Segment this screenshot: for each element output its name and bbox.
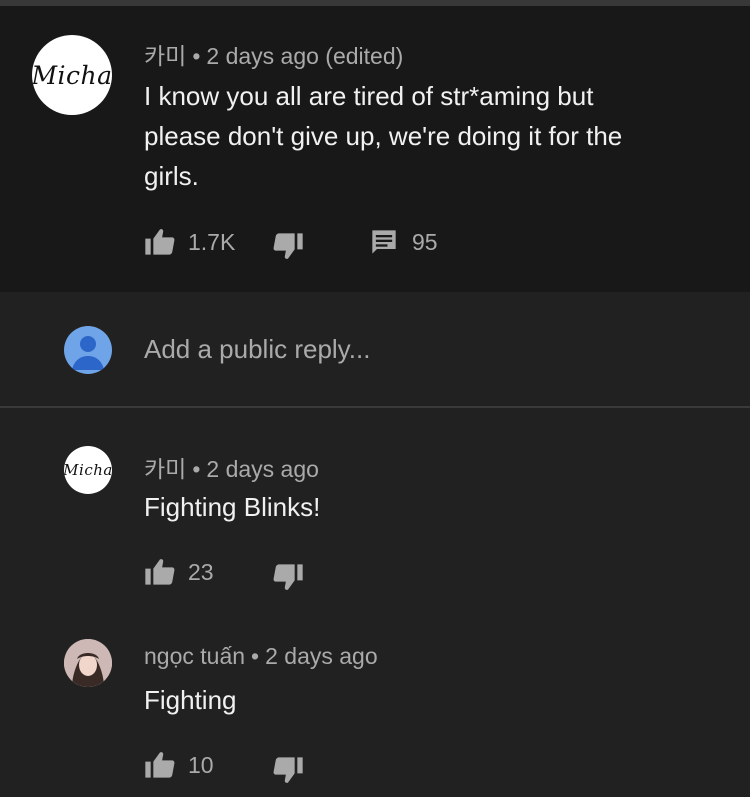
- reply-input[interactable]: Add a public reply...: [144, 334, 370, 365]
- avatar-logo-text: Micha: [32, 60, 112, 90]
- reply-bar: [0, 292, 750, 406]
- like-icon[interactable]: [144, 558, 176, 586]
- comment-author[interactable]: 카미: [144, 43, 186, 69]
- reply-avatar[interactable]: Micha: [64, 446, 112, 494]
- highlighted-comment: Micha 카미 • 2 days ago (edited) I know you …: [0, 6, 750, 292]
- dislike-icon[interactable]: [272, 232, 304, 265]
- avatar-logo-text: Micha: [64, 461, 112, 479]
- reply-author[interactable]: ngọc tuấn: [144, 643, 245, 669]
- reply-count-icon: [370, 228, 398, 256]
- reply-author[interactable]: 카미: [144, 456, 186, 482]
- reply-avatar[interactable]: [64, 639, 112, 687]
- reply-meta: 카미 • 2 days ago: [144, 456, 319, 482]
- like-count: 10: [188, 751, 214, 778]
- like-count: 23: [188, 558, 214, 585]
- comment-line: please don't give up, we're doing it for…: [144, 121, 623, 151]
- dislike-icon[interactable]: [272, 563, 304, 596]
- like-icon[interactable]: [144, 228, 176, 256]
- comment-time[interactable]: 2 days ago (edited): [206, 43, 403, 69]
- comment-text: I know you all are tired of str*aming bu…: [144, 76, 724, 196]
- reply-time[interactable]: 2 days ago: [206, 456, 319, 482]
- like-icon[interactable]: [144, 751, 176, 779]
- reply-time[interactable]: 2 days ago: [265, 643, 378, 669]
- like-action: 23: [144, 558, 214, 586]
- divider: [0, 406, 750, 408]
- reply-count: 95: [412, 228, 438, 255]
- replies-action[interactable]: 95: [370, 228, 438, 256]
- comment-avatar[interactable]: Micha: [32, 35, 112, 115]
- comment-meta: 카미 • 2 days ago (edited): [144, 43, 404, 69]
- like-count: 1.7K: [188, 228, 236, 255]
- reply-text: Fighting: [144, 685, 237, 715]
- reply-text: Fighting Blinks!: [144, 492, 321, 522]
- avatar-photo: [64, 639, 112, 687]
- user-avatar-icon: [64, 326, 112, 374]
- like-action: 10: [144, 751, 214, 779]
- like-action: 1.7K: [144, 228, 235, 256]
- dislike-icon[interactable]: [272, 756, 304, 789]
- comment-line: girls.: [144, 161, 199, 191]
- comment-line: I know you all are tired of str*aming bu…: [144, 81, 594, 111]
- reply-meta: ngọc tuấn • 2 days ago: [144, 643, 378, 669]
